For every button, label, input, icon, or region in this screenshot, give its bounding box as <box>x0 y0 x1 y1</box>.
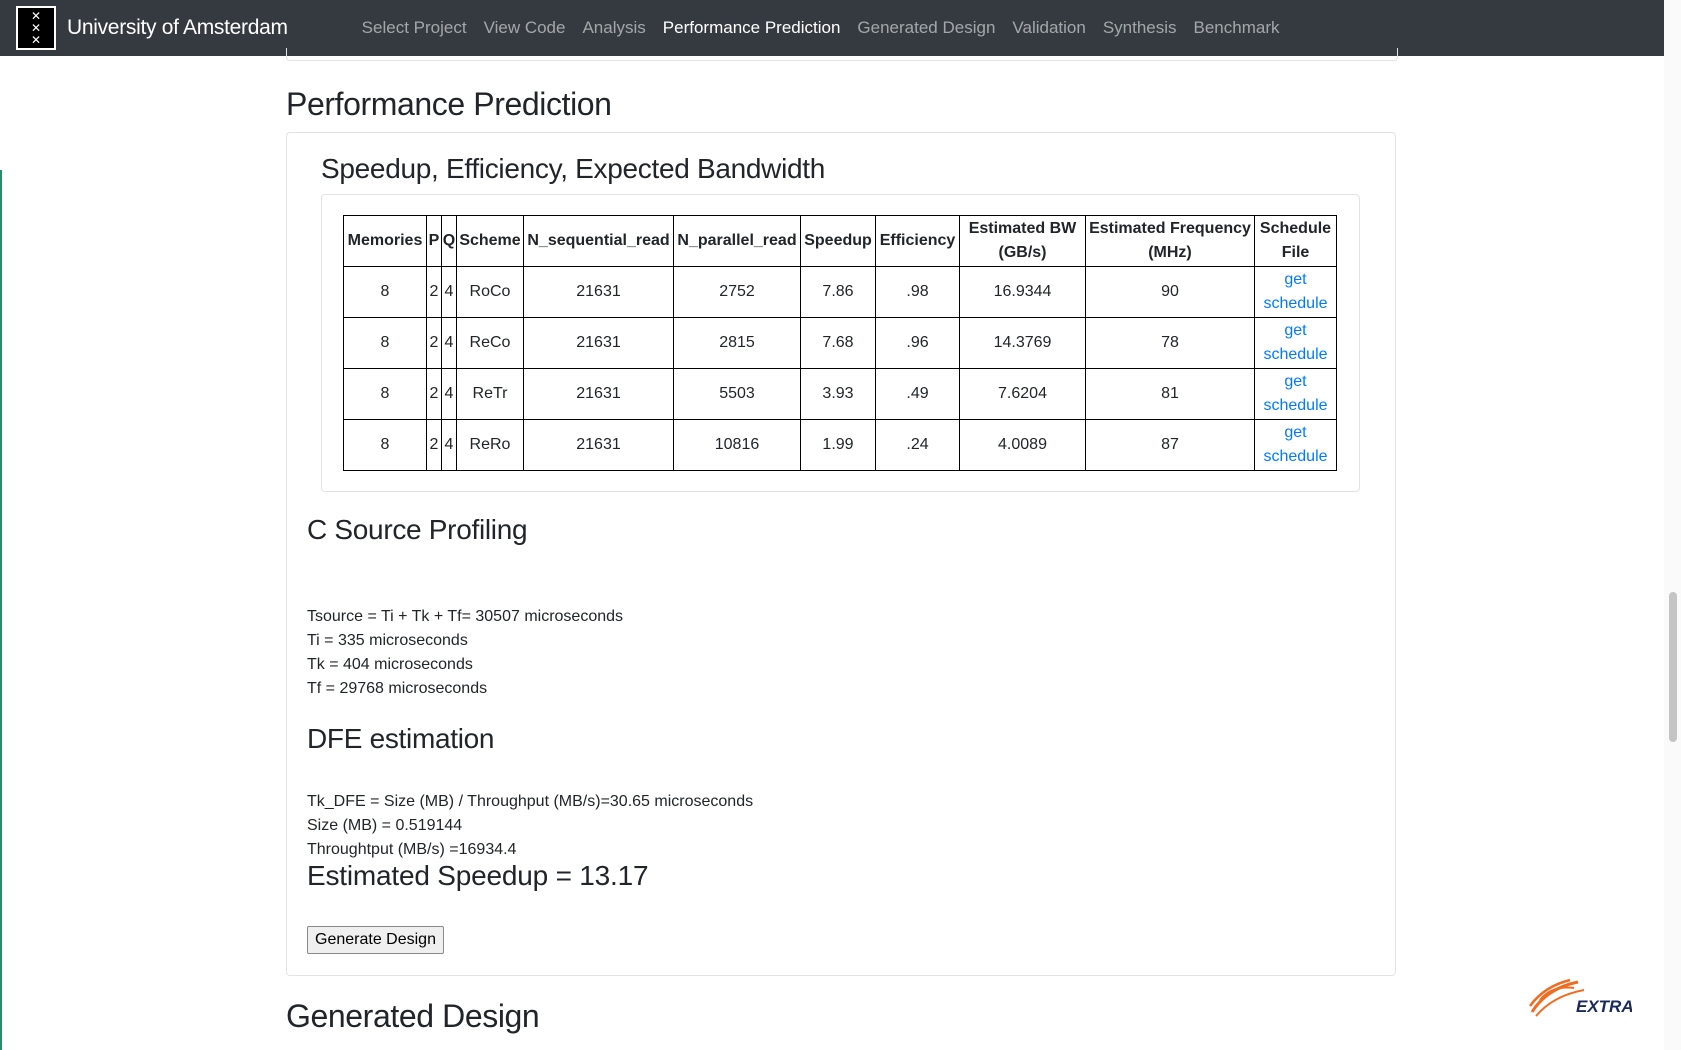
get-schedule-link[interactable]: get schedule <box>1263 322 1327 363</box>
uva-crest-icon: ✕ ✕ ✕ <box>16 6 56 50</box>
nav-item-performance-prediction[interactable]: Performance Prediction <box>663 18 841 38</box>
nav-menu: Select Project View Code Analysis Performan… <box>362 18 1297 38</box>
schedule-file-cell: get schedule <box>1254 368 1337 420</box>
nav-item-benchmark[interactable]: Benchmark <box>1194 18 1280 38</box>
table-row: 8 2 4 ReTr 21631 5503 3.93.49 7.6204 81 get sched… <box>343 368 1337 420</box>
generated-design-title: Generated Design <box>286 998 540 1034</box>
left-edge-bar <box>0 170 2 1050</box>
schedule-file-cell: get schedule <box>1254 419 1337 471</box>
table-cell: 90 <box>1085 266 1255 318</box>
table-cell: 8 <box>343 419 427 471</box>
table-cell: 3.93 <box>800 368 876 420</box>
column-header: Q <box>441 215 457 267</box>
size-text: Size (MB) = 0.519144 <box>307 817 463 834</box>
column-header: Scheme <box>456 215 524 267</box>
table-header-row: Memories P Q Scheme N_sequential_read N_paral… <box>343 215 1337 267</box>
table-cell: 1.99 <box>800 419 876 471</box>
schedule-file-cell: get schedule <box>1254 266 1337 318</box>
column-header: Estimated BW (GB/s) <box>959 215 1086 267</box>
profiling-title: C Source Profiling <box>307 514 528 545</box>
table-cell: 21631 <box>523 266 674 318</box>
table-cell: 81 <box>1085 368 1255 420</box>
table-row: 8 2 4 ReCo 21631 2815 7.68.96 14.3769 78 get sche… <box>343 317 1337 369</box>
table-cell: 4 <box>441 368 457 420</box>
column-header: N_parallel_read <box>673 215 801 267</box>
table-cell: .98 <box>875 266 960 318</box>
nav-item-view-code[interactable]: View Code <box>484 18 566 38</box>
table-row: 8 2 4 RoCo 21631 2752 7.86.98 16.9344 90 get sche… <box>343 266 1337 318</box>
table-cell: 4 <box>441 317 457 369</box>
table-cell: ReCo <box>456 317 524 369</box>
page-title: Performance Prediction <box>286 86 612 122</box>
brand[interactable]: ✕ ✕ ✕ University of Amsterdam <box>16 6 288 50</box>
table-cell: 7.68 <box>800 317 876 369</box>
table-cell: ReRo <box>456 419 524 471</box>
table-cell: .96 <box>875 317 960 369</box>
scrollbar-track[interactable] <box>1664 0 1681 1050</box>
table-cell: 4 <box>441 419 457 471</box>
table-cell: RoCo <box>456 266 524 318</box>
table-cell: 7.86 <box>800 266 876 318</box>
column-header: N_sequential_read <box>523 215 674 267</box>
extra-logo-text: EXTRA <box>1576 997 1632 1016</box>
schedule-file-cell: get schedule <box>1254 317 1337 369</box>
column-header: Schedule File <box>1254 215 1337 267</box>
ti-text: Ti = 335 microseconds <box>307 632 468 649</box>
table-cell: .24 <box>875 419 960 471</box>
get-schedule-link[interactable]: get schedule <box>1263 271 1327 312</box>
table-cell: 4.0089 <box>959 419 1086 471</box>
table-cell: 8 <box>343 317 427 369</box>
table-cell: 2 <box>426 317 442 369</box>
tsource-text: Tsource = Ti + Tk + Tf= 30507 microsecon… <box>307 608 624 625</box>
table-cell: 8 <box>343 266 427 318</box>
nav-item-validation[interactable]: Validation <box>1012 18 1085 38</box>
column-header: Memories <box>343 215 427 267</box>
schedule-table: Memories P Q Scheme N_sequential_read N_paral… <box>343 215 1337 471</box>
estimated-speedup: Estimated Speedup = 13.17 <box>307 860 649 891</box>
table-cell: 21631 <box>523 368 674 420</box>
column-header: P <box>426 215 442 267</box>
column-header: Speedup <box>800 215 876 267</box>
previous-card-edge <box>286 48 1398 61</box>
get-schedule-link[interactable]: get schedule <box>1263 373 1327 414</box>
table-cell: 87 <box>1085 419 1255 471</box>
table-cell: 2 <box>426 266 442 318</box>
extra-logo-icon: EXTRA <box>1528 978 1632 1017</box>
table-cell: 7.6204 <box>959 368 1086 420</box>
table-cell: 16.9344 <box>959 266 1086 318</box>
tf-text: Tf = 29768 microseconds <box>307 680 488 697</box>
table-cell: 5503 <box>673 368 801 420</box>
table-cell: .49 <box>875 368 960 420</box>
get-schedule-link[interactable]: get schedule <box>1263 424 1327 465</box>
nav-item-analysis[interactable]: Analysis <box>582 18 645 38</box>
column-header: Estimated Frequency (MHz) <box>1085 215 1255 267</box>
table-cell: ReTr <box>456 368 524 420</box>
table-cell: 2 <box>426 419 442 471</box>
table-cell: 8 <box>343 368 427 420</box>
tk-dfe-text: Tk_DFE = Size (MB) / Throughput (MB/s)=3… <box>307 793 754 810</box>
brand-name[interactable]: University of Amsterdam <box>67 16 288 40</box>
table-body: 8 2 4 RoCo 21631 2752 7.86.98 16.9344 90 get sche… <box>343 266 1337 471</box>
column-header: Efficiency <box>875 215 960 267</box>
table-cell: 78 <box>1085 317 1255 369</box>
table-cell: 4 <box>441 266 457 318</box>
table-cell: 2752 <box>673 266 801 318</box>
nav-item-synthesis[interactable]: Synthesis <box>1103 18 1177 38</box>
throughput-text: Throughtput (MB/s) =16934.4 <box>307 841 517 858</box>
table-cell: 21631 <box>523 317 674 369</box>
table-cell: 2815 <box>673 317 801 369</box>
table-cell: 21631 <box>523 419 674 471</box>
dfe-title: DFE estimation <box>307 723 495 754</box>
scrollbar-thumb[interactable] <box>1669 592 1677 742</box>
table-row: 8 2 4 ReRo 21631 10816 1.99.24 4.0089 87 get sche… <box>343 419 1337 471</box>
nav-item-select-project[interactable]: Select Project <box>362 18 467 38</box>
nav-item-generated-design[interactable]: Generated Design <box>857 18 995 38</box>
table-cell: 10816 <box>673 419 801 471</box>
tk-text: Tk = 404 microseconds <box>307 656 473 673</box>
generate-design-button[interactable]: Generate Design <box>307 926 444 954</box>
table-cell: 2 <box>426 368 442 420</box>
section-subtitle: Speedup, Efficiency, Expected Bandwidth <box>321 153 826 184</box>
table-cell: 14.3769 <box>959 317 1086 369</box>
